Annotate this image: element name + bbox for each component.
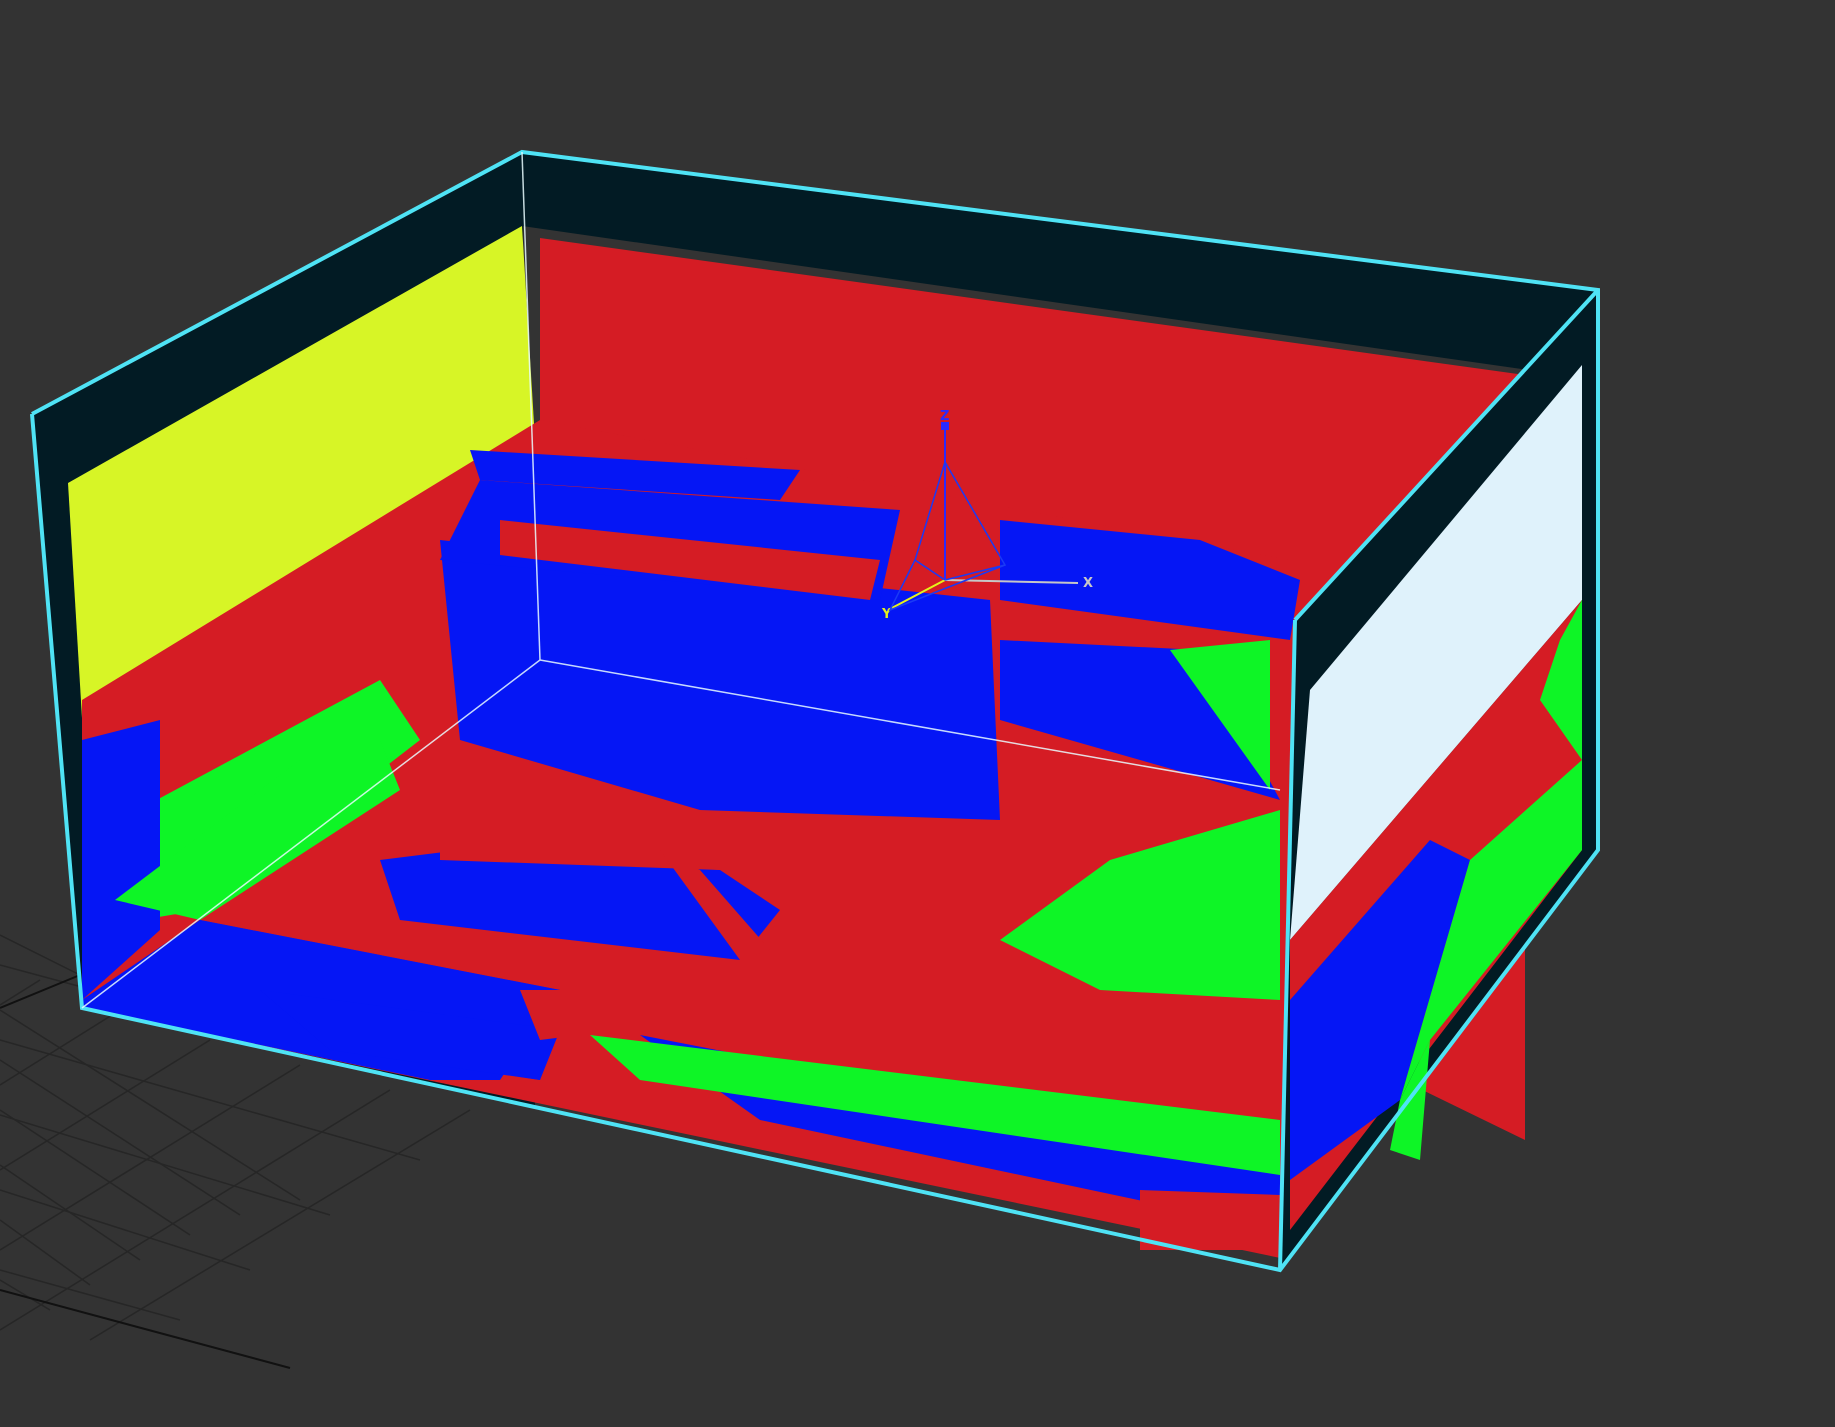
3d-viewport[interactable]: Z X Y	[0, 0, 1835, 1427]
room-box[interactable]	[30, 149, 1600, 1273]
scene-canvas[interactable]: Z X Y	[0, 0, 1835, 1427]
gizmo-x-label: X	[1083, 576, 1093, 591]
gizmo-z-label: Z	[940, 409, 949, 424]
